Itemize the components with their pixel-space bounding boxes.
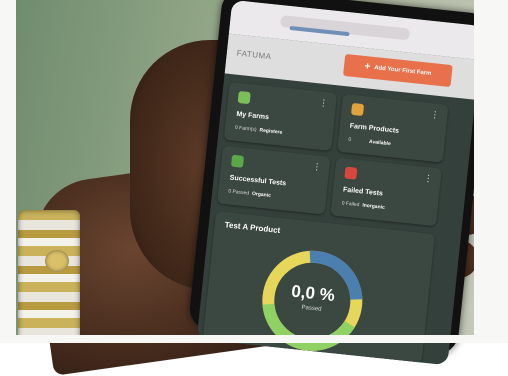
- plus-icon: +: [363, 61, 371, 73]
- more-vertical-icon[interactable]: ⋮: [318, 97, 329, 109]
- image-border-bottom: [0, 335, 508, 343]
- card-status: Registere: [259, 127, 283, 136]
- x-icon: [344, 166, 358, 180]
- test-product-title: Test A Product: [224, 220, 281, 236]
- card-title: Farm Products: [349, 122, 400, 135]
- image-border-left: [0, 0, 16, 343]
- box-icon: [350, 102, 365, 117]
- card-title: Failed Tests: [342, 186, 384, 198]
- card-subtitle: 0 Failed Inorganic: [341, 200, 385, 210]
- card-status: Inorganic: [362, 202, 386, 211]
- card-count: 0 Failed: [341, 200, 360, 209]
- card-count: 0 Passed: [227, 188, 250, 197]
- more-vertical-icon[interactable]: ⋮: [423, 173, 433, 185]
- add-farm-label: Add Your First Farm: [373, 65, 432, 77]
- card-count: 0 Farm(s): [234, 124, 257, 134]
- wristwatch-band: [18, 210, 80, 343]
- leaf-icon: [237, 90, 251, 105]
- smartphone: FATUMA + Add Your First Farm ⋮ My Farms …: [187, 0, 493, 366]
- card-title: My Farms: [236, 110, 270, 122]
- card-subtitle: 0 Farm(s) Registere: [235, 125, 283, 136]
- passed-gauge: 0,0 % Passed: [252, 240, 373, 361]
- more-vertical-icon[interactable]: ⋮: [430, 109, 440, 121]
- failed-tests-card[interactable]: ⋮ Failed Tests 0 Failed Inorganic: [330, 157, 442, 227]
- check-icon: [230, 154, 245, 168]
- wristwatch-clasp: [45, 250, 69, 272]
- card-status: Organic: [251, 190, 272, 199]
- successful-tests-card[interactable]: ⋮ Successful Tests 0 Passed Organic: [217, 145, 331, 215]
- card-count: 0: [348, 136, 352, 143]
- card-subtitle: 0 Passed Organic: [228, 188, 271, 198]
- more-vertical-icon[interactable]: ⋮: [312, 161, 322, 173]
- my-farms-card[interactable]: ⋮ My Farms 0 Farm(s) Registere: [223, 81, 338, 151]
- card-title: Successful Tests: [229, 174, 287, 188]
- card-status: Available: [368, 138, 392, 148]
- farm-products-card[interactable]: ⋮ Farm Products 0 Available: [337, 93, 449, 163]
- image-border-right: [474, 0, 508, 343]
- card-subtitle: 0 Available: [348, 137, 391, 147]
- phone-screen: FATUMA + Add Your First Farm ⋮ My Farms …: [196, 0, 483, 366]
